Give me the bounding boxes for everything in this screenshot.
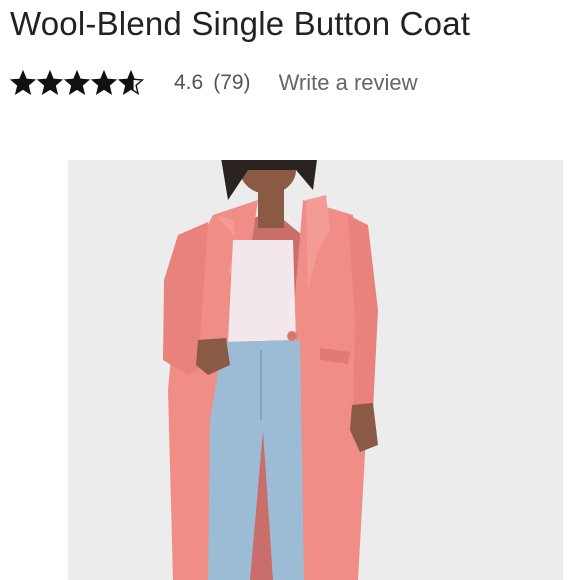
star-icon [10,70,36,96]
product-photo-illustration [68,160,563,580]
product-image[interactable] [68,160,563,580]
product-title: Wool-Blend Single Button Coat [10,5,471,42]
white-top [228,240,296,342]
coat-button [287,331,297,341]
write-review-link[interactable]: Write a review [279,70,418,96]
star-icon [64,70,90,96]
star-icon [37,70,63,96]
rating-score: 4.6 [174,71,204,94]
rating-row: 4.6 (79) Write a review [10,66,418,100]
star-icon [118,70,144,96]
star-icon [91,70,117,96]
star-rating[interactable] [10,70,144,96]
review-count[interactable]: (79) [213,71,250,95]
